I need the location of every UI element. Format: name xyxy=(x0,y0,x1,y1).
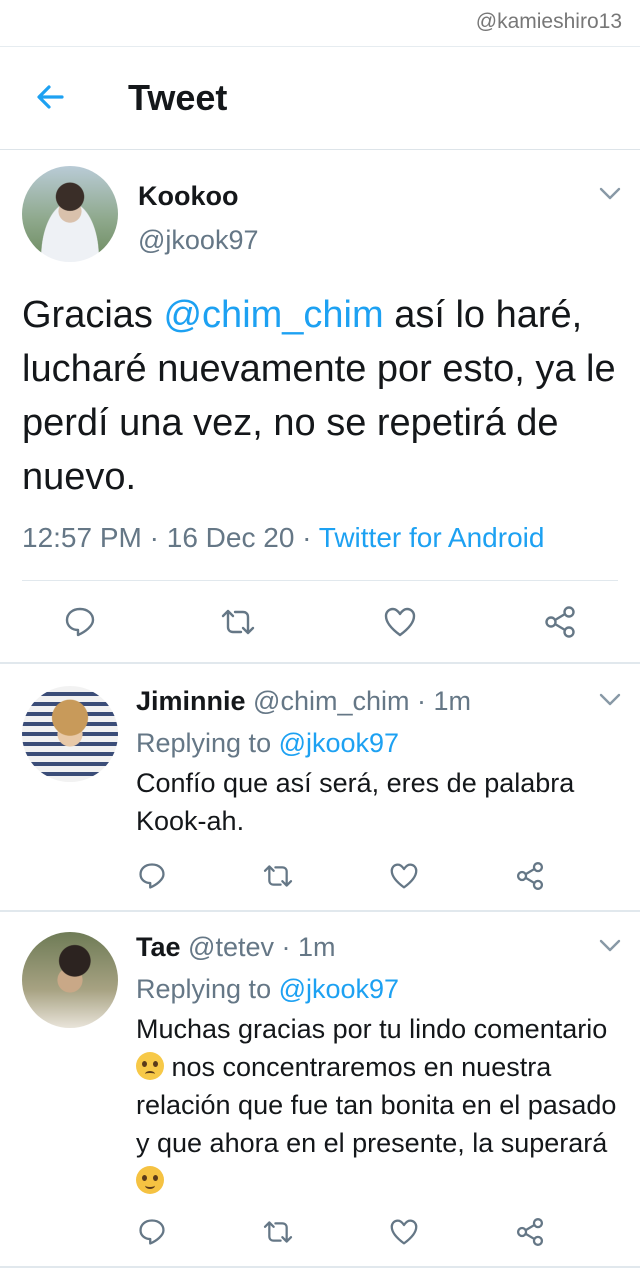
reply-time: 1m xyxy=(433,686,471,716)
replying-to-link[interactable]: @jkook97 xyxy=(279,728,399,758)
tweet-actions xyxy=(0,600,640,644)
replying-to-link[interactable]: @jkook97 xyxy=(279,974,399,1004)
heart-icon xyxy=(390,863,418,889)
share-button[interactable] xyxy=(508,1210,552,1254)
reply-button[interactable] xyxy=(58,600,102,644)
avatar[interactable] xyxy=(22,686,118,782)
share-button[interactable] xyxy=(538,600,582,644)
reply-button[interactable] xyxy=(130,854,174,898)
back-button[interactable] xyxy=(28,75,72,119)
share-icon xyxy=(545,606,575,638)
reply-text: Muchas gracias por tu lindo comentario n… xyxy=(136,1010,626,1200)
tweet-source-link[interactable]: Twitter for Android xyxy=(319,522,545,553)
page-title: Tweet xyxy=(128,77,228,118)
divider xyxy=(22,580,618,581)
reply-menu-button[interactable] xyxy=(596,686,624,714)
meta-separator: · xyxy=(274,932,298,962)
like-button[interactable] xyxy=(382,1210,426,1254)
avatar[interactable] xyxy=(22,932,118,1028)
share-icon xyxy=(516,1218,544,1246)
tweet-date: 16 Dec 20 xyxy=(166,522,295,553)
reply-time: 1m xyxy=(298,932,336,962)
retweet-button[interactable] xyxy=(256,1210,300,1254)
reply-header: Jiminnie @chim_chim · 1m xyxy=(136,686,471,717)
reply-actions xyxy=(0,1210,640,1254)
retweet-icon xyxy=(221,609,255,635)
back-arrow-icon xyxy=(37,85,64,109)
divider xyxy=(0,662,640,664)
replying-label: Replying to xyxy=(136,728,279,758)
reply-header: Tae @tetev · 1m xyxy=(136,932,336,963)
mention-link[interactable]: @chim_chim xyxy=(163,294,383,336)
share-button[interactable] xyxy=(508,854,552,898)
replying-to: Replying to @jkook97 xyxy=(136,974,399,1005)
reply-text-part: nos concentraremos en nuestra relación q… xyxy=(136,1052,617,1158)
reply-text: Confío que así será, eres de palabra Koo… xyxy=(136,768,575,836)
author-name[interactable]: Kookoo xyxy=(138,181,239,212)
pleading-face-icon xyxy=(136,1052,164,1080)
meta-separator: · xyxy=(294,522,319,553)
replying-to: Replying to @jkook97 xyxy=(136,728,399,759)
like-button[interactable] xyxy=(378,600,422,644)
reply-author-handle[interactable]: @chim_chim xyxy=(253,686,409,716)
reply-icon xyxy=(139,863,165,889)
watermark: @kamieshiro13 xyxy=(475,10,622,33)
retweet-icon xyxy=(263,1221,293,1243)
blushing-face-icon xyxy=(136,1166,164,1194)
tweet-text: Gracias @chim_chim así lo haré, lucharé … xyxy=(22,288,622,504)
divider xyxy=(0,910,640,912)
reply-author-name[interactable]: Jiminnie xyxy=(136,686,246,716)
tweet-text-part: Gracias xyxy=(22,294,164,336)
top-bar: Tweet xyxy=(0,46,640,150)
reply-button[interactable] xyxy=(130,1210,174,1254)
chevron-down-icon xyxy=(599,187,621,200)
retweet-button[interactable] xyxy=(216,600,260,644)
reply-icon xyxy=(139,1219,165,1245)
share-icon xyxy=(516,862,544,890)
divider xyxy=(0,1266,640,1268)
reply-author-name[interactable]: Tae xyxy=(136,932,181,962)
replying-label: Replying to xyxy=(136,974,279,1004)
retweet-icon xyxy=(263,865,293,887)
avatar[interactable] xyxy=(22,166,118,262)
reply-actions xyxy=(0,854,640,898)
meta-separator: · xyxy=(409,686,434,716)
heart-icon xyxy=(390,1219,418,1245)
chevron-down-icon xyxy=(599,693,621,706)
author-handle[interactable]: @jkook97 xyxy=(138,225,258,256)
reply-icon xyxy=(65,607,95,637)
tweet-meta: 12:57 PM · 16 Dec 20 · Twitter for Andro… xyxy=(22,522,544,554)
heart-icon xyxy=(384,607,416,637)
tweet-time: 12:57 PM xyxy=(22,522,142,553)
reply-menu-button[interactable] xyxy=(596,932,624,960)
reply-text-part: Muchas gracias por tu lindo comentario xyxy=(136,1014,608,1044)
chevron-down-icon xyxy=(599,939,621,952)
retweet-button[interactable] xyxy=(256,854,300,898)
reply-author-handle[interactable]: @tetev xyxy=(188,932,274,962)
tweet-menu-button[interactable] xyxy=(596,180,624,208)
like-button[interactable] xyxy=(382,854,426,898)
meta-separator: · xyxy=(141,522,167,553)
